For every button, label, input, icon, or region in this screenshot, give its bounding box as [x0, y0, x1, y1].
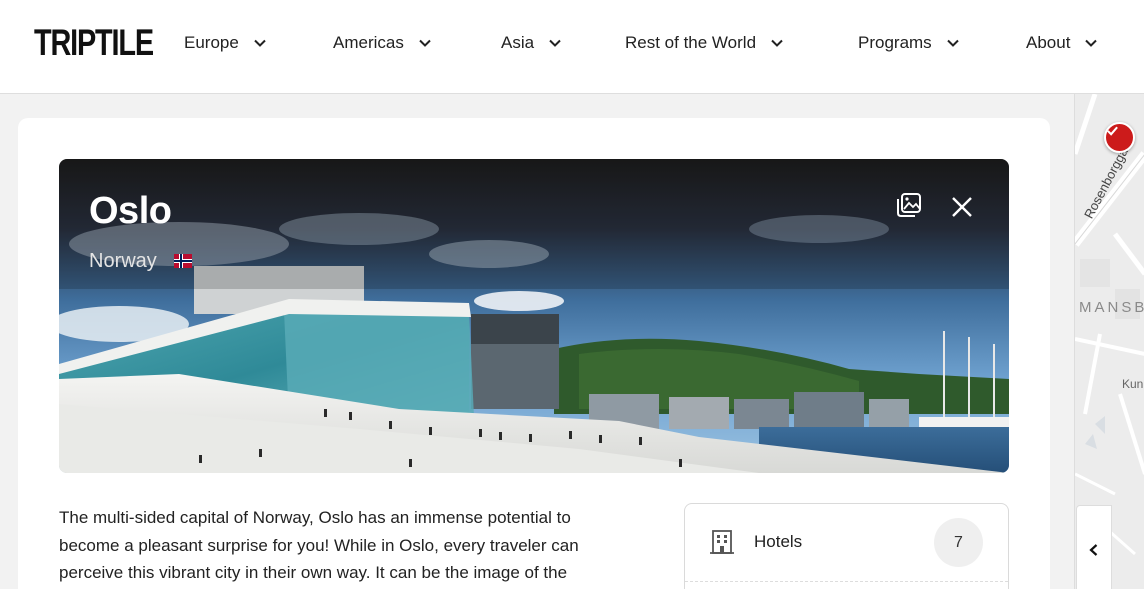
chevron-down-icon — [253, 36, 267, 50]
nav-item-label: Americas — [333, 33, 404, 52]
map-collapse-button[interactable] — [1076, 505, 1112, 589]
chevron-down-icon — [946, 36, 960, 50]
nav-item-about[interactable]: About — [1026, 30, 1098, 56]
description-line: become a pleasant surprise for you! Whil… — [59, 535, 579, 555]
nav-item-asia[interactable]: Asia — [501, 30, 562, 56]
triptile-logo[interactable]: TRIPTILE — [34, 24, 154, 62]
building-icon — [710, 530, 734, 554]
map-district-label: MANSBY — [1079, 299, 1144, 316]
chevron-down-icon — [418, 36, 432, 50]
chevron-down-icon — [770, 36, 784, 50]
category-label: Hotels — [754, 532, 803, 551]
nav-item-label: Rest of the World — [625, 33, 757, 52]
nav-item-label: Europe — [184, 33, 239, 52]
checkmark-icon — [1107, 126, 1118, 136]
category-count-badge: 7 — [934, 518, 983, 567]
nav-item-programs[interactable]: Programs — [858, 30, 960, 56]
nav-item-europe[interactable]: Europe — [184, 30, 267, 56]
description-line: perceive this vibrant city in their own … — [59, 563, 568, 582]
map-place-label: Kun — [1122, 377, 1144, 391]
map-location-pin[interactable] — [1104, 122, 1135, 153]
image-gallery-icon — [897, 193, 921, 217]
close-icon — [952, 197, 972, 217]
site-header: TRIPTILE Europe Americas Asia Rest of th… — [0, 0, 1144, 94]
country-name: Norway — [89, 250, 157, 272]
gallery-button[interactable] — [895, 191, 923, 219]
city-title: Oslo — [89, 190, 172, 232]
description-line: The multi-sided capital of Norway, Oslo … — [59, 508, 571, 527]
city-hero-image: Oslo Norway — [59, 159, 1009, 473]
nav-item-americas[interactable]: Americas — [333, 30, 432, 56]
chevron-down-icon — [548, 36, 562, 50]
opera-house-photo — [59, 159, 1009, 473]
category-list: Hotels 7 — [684, 503, 1009, 589]
nav-item-label: Programs — [858, 33, 932, 52]
nav-item-label: Asia — [501, 33, 535, 52]
chevron-left-icon — [1089, 544, 1098, 556]
chevron-down-icon — [1084, 36, 1098, 50]
category-item-hotels[interactable]: Hotels 7 — [685, 504, 1008, 582]
nav-item-label: About — [1026, 33, 1071, 52]
norway-flag-icon — [174, 254, 192, 268]
city-description: The multi-sided capital of Norway, Oslo … — [59, 504, 629, 587]
close-button[interactable] — [948, 193, 976, 221]
nav-item-rest-of-world[interactable]: Rest of the World — [625, 30, 784, 56]
